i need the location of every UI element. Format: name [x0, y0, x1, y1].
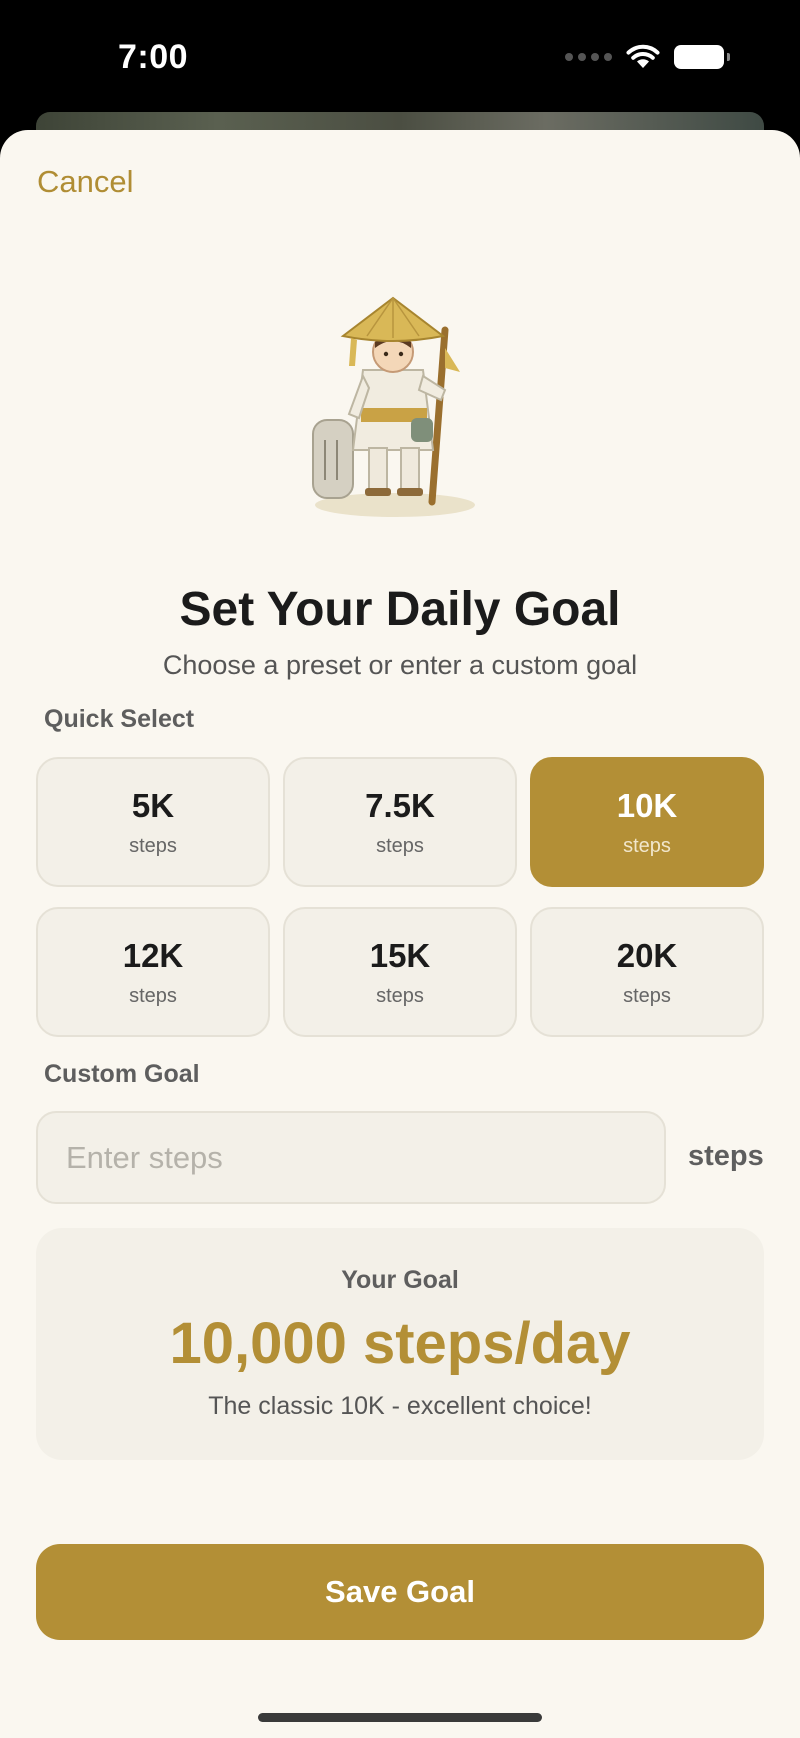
custom-steps-unit: steps	[688, 1140, 764, 1172]
battery-icon	[674, 45, 730, 69]
home-indicator[interactable]	[258, 1713, 542, 1722]
cancel-button[interactable]: Cancel	[37, 164, 134, 200]
preset-unit: steps	[129, 834, 177, 857]
preset-unit: steps	[623, 984, 671, 1007]
status-time: 7:00	[118, 38, 189, 76]
goal-summary-value: 10,000 steps/day	[169, 1311, 631, 1376]
preset-unit: steps	[376, 834, 424, 857]
preset-unit: steps	[623, 834, 671, 857]
save-goal-button[interactable]: Save Goal	[36, 1544, 764, 1640]
preset-unit: steps	[376, 984, 424, 1007]
preset-7-5k[interactable]: 7.5K steps	[283, 757, 517, 887]
custom-goal-label: Custom Goal	[44, 1060, 200, 1088]
preset-value: 7.5K	[365, 786, 435, 824]
preset-value: 5K	[131, 786, 175, 824]
preset-value: 20K	[616, 936, 678, 974]
page-subtitle: Choose a preset or enter a custom goal	[162, 650, 638, 680]
goal-summary-card: Your Goal 10,000 steps/day The classic 1…	[36, 1228, 764, 1460]
goal-summary-heading: Your Goal	[341, 1266, 459, 1294]
cellular-signal-icon	[565, 53, 612, 61]
status-bar: 7:00	[0, 0, 800, 120]
preset-unit: steps	[129, 984, 177, 1007]
goal-sheet: Cancel Set Your Daily Goal Choose a pres…	[0, 130, 800, 1738]
status-icons	[565, 44, 730, 70]
preset-value: 15K	[369, 936, 431, 974]
preset-5k[interactable]: 5K steps	[36, 757, 270, 887]
goal-summary-description: The classic 10K - excellent choice!	[208, 1392, 592, 1420]
preset-12k[interactable]: 12K steps	[36, 907, 270, 1037]
custom-steps-input[interactable]	[36, 1111, 666, 1204]
preset-grid: 5K steps 7.5K steps 10K steps 12K steps …	[36, 757, 764, 1037]
preset-15k[interactable]: 15K steps	[283, 907, 517, 1037]
wifi-icon	[626, 44, 660, 68]
preset-value: 12K	[122, 936, 184, 974]
preset-value: 10K	[616, 786, 678, 824]
pilgrim-illustration	[312, 296, 475, 517]
page-title: Set Your Daily Goal	[179, 583, 621, 636]
preset-10k[interactable]: 10K steps	[530, 757, 764, 887]
preset-20k[interactable]: 20K steps	[530, 907, 764, 1037]
quick-select-label: Quick Select	[44, 705, 195, 733]
